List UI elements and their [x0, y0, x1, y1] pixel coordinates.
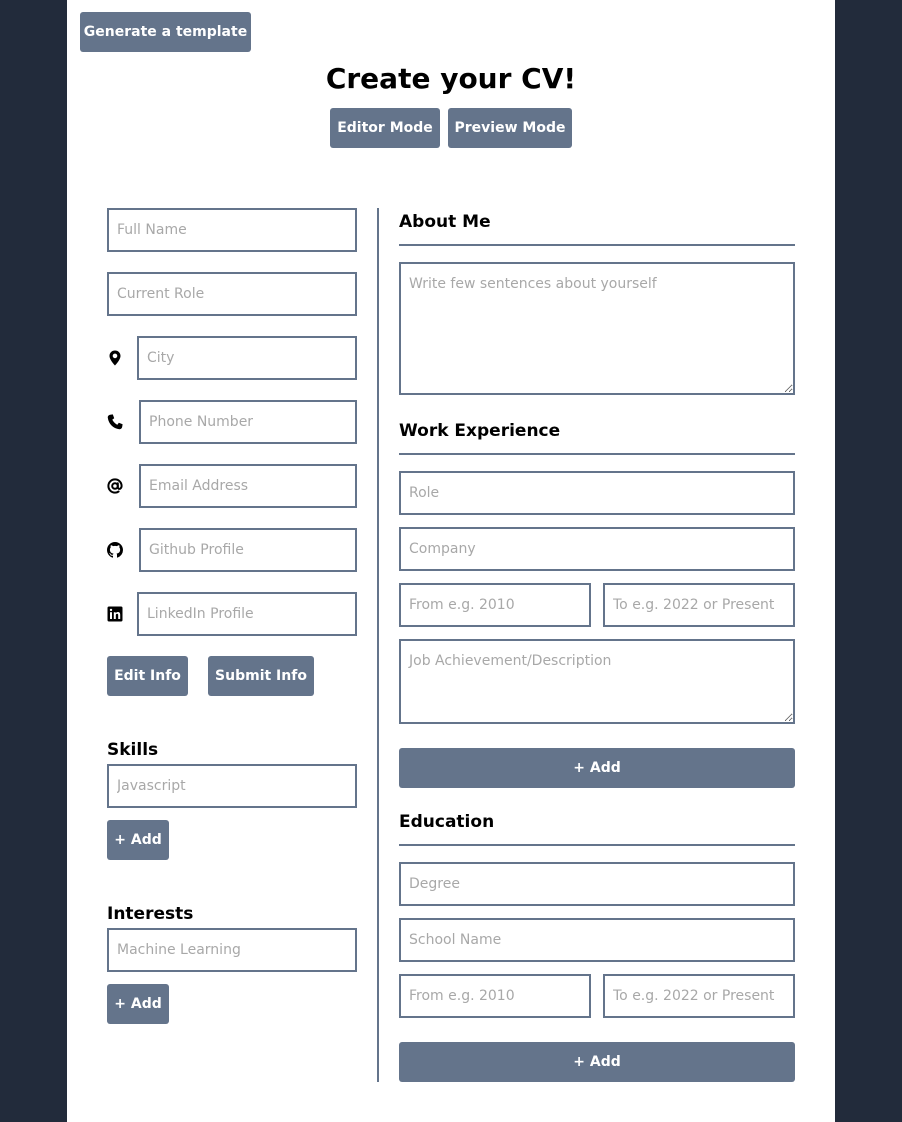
linkedin-profile-input[interactable]: [137, 592, 357, 636]
skills-heading: Skills: [107, 740, 159, 760]
preview-mode-button[interactable]: Preview Mode: [448, 108, 572, 148]
phone-number-input[interactable]: [139, 400, 357, 444]
work-company-input[interactable]: [399, 527, 795, 571]
work-from-input[interactable]: [399, 583, 591, 627]
work-description-textarea[interactable]: [399, 639, 795, 724]
add-interest-button[interactable]: + Add: [107, 984, 169, 1024]
add-work-experience-button[interactable]: + Add: [399, 748, 795, 788]
location-pin-icon: [109, 350, 121, 366]
education-heading: Education: [399, 812, 495, 832]
column-divider: [377, 208, 379, 1082]
at-sign-icon: [107, 478, 123, 494]
school-name-input[interactable]: [399, 918, 795, 962]
work-role-input[interactable]: [399, 471, 795, 515]
education-from-input[interactable]: [399, 974, 591, 1018]
github-profile-input[interactable]: [139, 528, 357, 572]
about-me-heading: About Me: [399, 212, 491, 232]
education-to-input[interactable]: [603, 974, 795, 1018]
add-skill-button[interactable]: + Add: [107, 820, 169, 860]
interest-input[interactable]: [107, 928, 357, 972]
degree-input[interactable]: [399, 862, 795, 906]
city-input[interactable]: [137, 336, 357, 380]
about-me-divider: [399, 244, 795, 246]
submit-info-button[interactable]: Submit Info: [208, 656, 314, 696]
about-me-textarea[interactable]: [399, 262, 795, 395]
full-name-input[interactable]: [107, 208, 357, 252]
email-address-input[interactable]: [139, 464, 357, 508]
edit-info-button[interactable]: Edit Info: [107, 656, 188, 696]
work-experience-heading: Work Experience: [399, 421, 561, 441]
add-education-button[interactable]: + Add: [399, 1042, 795, 1082]
work-experience-divider: [399, 453, 795, 455]
phone-icon: [107, 414, 123, 430]
education-divider: [399, 844, 795, 846]
editor-mode-button[interactable]: Editor Mode: [330, 108, 440, 148]
skill-input[interactable]: [107, 764, 357, 808]
work-to-input[interactable]: [603, 583, 795, 627]
interests-heading: Interests: [107, 904, 194, 924]
generate-template-button[interactable]: Generate a template: [80, 12, 251, 52]
linkedin-icon: [107, 606, 123, 622]
current-role-input[interactable]: [107, 272, 357, 316]
page-title: Create your CV!: [325, 62, 577, 95]
github-icon: [107, 542, 123, 558]
